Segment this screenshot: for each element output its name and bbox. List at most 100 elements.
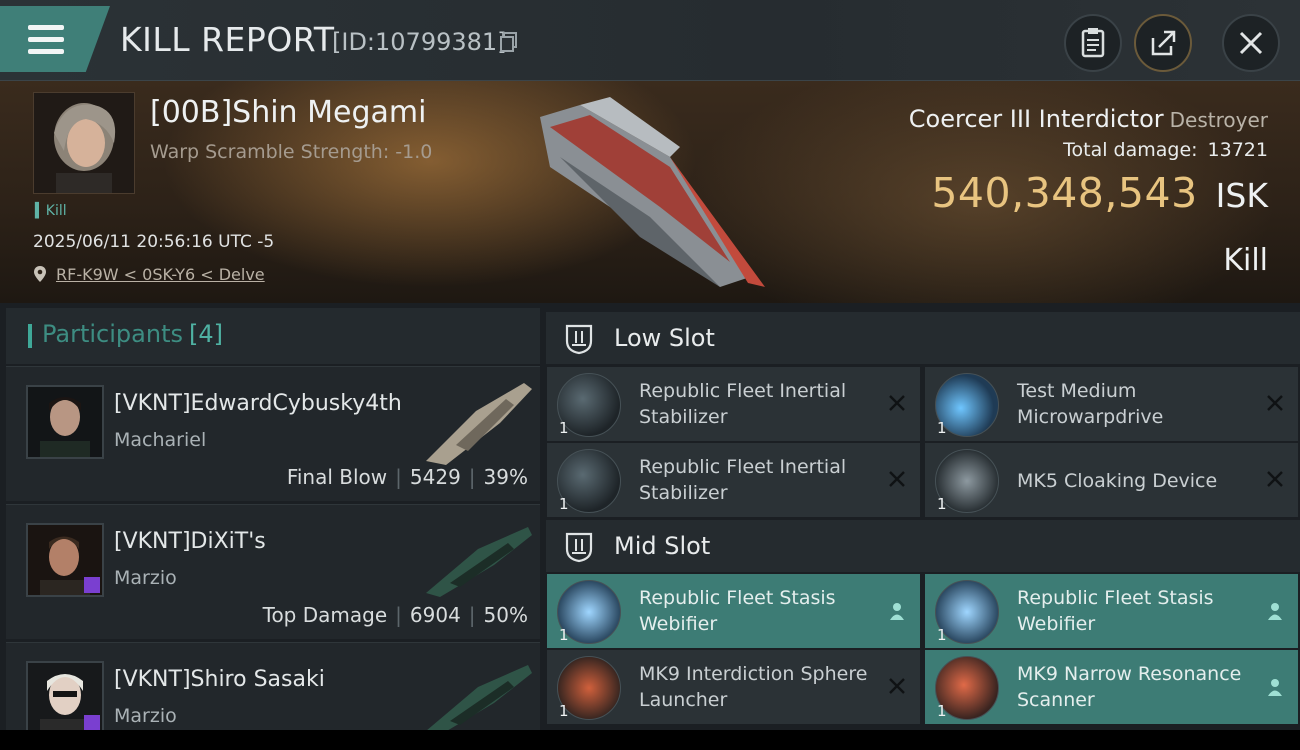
share-button[interactable]: [1134, 14, 1192, 72]
low-slot-title: Low Slot: [614, 324, 715, 352]
participant-tag: Final Blow: [286, 465, 388, 489]
module-item[interactable]: 1 MK5 Cloaking Device: [925, 443, 1298, 517]
module-quantity: 1: [937, 626, 947, 644]
dropped-user-icon: [890, 603, 904, 620]
participant-ship: Marzio: [114, 567, 177, 589]
participants-header[interactable]: Participants [4]: [6, 308, 540, 364]
clipboard-button[interactable]: [1064, 14, 1122, 72]
module-item[interactable]: 1 Republic Fleet Inertial Stabilizer: [547, 443, 920, 517]
participants-count: [4]: [188, 320, 223, 348]
victim-ship-render: [540, 97, 765, 287]
module-item[interactable]: 1 Test Medium Microwarpdrive: [925, 367, 1298, 441]
pilot-avatar: [34, 93, 134, 193]
participant-name: [VKNT]Shiro Sasaki: [114, 667, 325, 692]
module-name: Republic Fleet Stasis Webifier: [1017, 587, 1214, 635]
result-label: Kill: [1223, 243, 1268, 278]
section-accent: [28, 324, 32, 348]
header-bar: KILL REPORT [ID:10799381]: [0, 0, 1300, 81]
participant-avatar[interactable]: [26, 523, 104, 597]
victim-panel: [00B]Shin Megami Warp Scramble Strength:…: [0, 81, 1300, 303]
report-id: [ID:10799381]: [332, 28, 507, 56]
mid-slot-icon: [565, 532, 593, 563]
menu-button[interactable]: [0, 6, 110, 72]
destroyed-icon: [889, 395, 905, 411]
isk-unit: ISK: [1215, 176, 1268, 215]
module-quantity: 1: [937, 495, 947, 513]
ship-name: Coercer III Interdictor: [908, 105, 1164, 133]
destroyed-icon: [889, 678, 905, 694]
dropped-user-icon: [1268, 603, 1282, 620]
low-slot-icon: [565, 324, 593, 355]
module-item[interactable]: 1 Republic Fleet Inertial Stabilizer: [547, 367, 920, 441]
participant-percent: 50%: [483, 603, 528, 627]
module-name: MK9 Interdiction Sphere Launcher: [639, 663, 868, 711]
participant-name: [VKNT]EdwardCybusky4th: [114, 391, 402, 416]
participant-ship: Marzio: [114, 705, 177, 727]
participant-avatar[interactable]: [26, 661, 104, 730]
participant-damage: 5429: [409, 465, 461, 489]
destroyed-icon: [1267, 471, 1283, 487]
module-quantity: 1: [937, 702, 947, 720]
menu-icon-bar: [28, 37, 64, 42]
close-icon: [1239, 31, 1263, 55]
victim-ship[interactable]: Coercer III Interdictor Destroyer: [909, 105, 1268, 133]
module-item[interactable]: 1 Republic Fleet Stasis Webifier: [547, 574, 920, 648]
total-damage: Total damage: 13721: [1063, 139, 1268, 161]
kill-tag: ▍Kill: [35, 203, 67, 219]
kill-tag-label: Kill: [45, 203, 67, 219]
module-name: Republic Fleet Stasis Webifier: [639, 587, 836, 635]
dropped-user-icon: [1268, 679, 1282, 696]
isk-value-row: 540,348,543 ISK: [931, 169, 1268, 217]
info-badge: [84, 715, 100, 730]
kill-report-window: KILL REPORT [ID:10799381] [00B]Shin Mega…: [0, 0, 1300, 730]
total-damage-label: Total damage:: [1063, 139, 1198, 161]
destroyed-icon: [889, 471, 905, 487]
participant-name: [VKNT]DiXiT's: [114, 529, 266, 554]
module-name: Republic Fleet Inertial Stabilizer: [639, 456, 847, 504]
participant-stats: Top Damage | 6904 | 50%: [262, 603, 528, 627]
clipboard-icon: [1081, 28, 1105, 58]
ship-class: Destroyer: [1169, 108, 1268, 132]
module-quantity: 1: [559, 495, 569, 513]
location-pin-icon: [34, 266, 46, 282]
participant-ship-render: [427, 665, 532, 730]
participant-ship-render: [426, 383, 532, 465]
participant-row[interactable]: [VKNT]Shiro Sasaki Marzio: [6, 642, 540, 730]
destroyed-icon: [1267, 395, 1283, 411]
participants-title: Participants [4]: [42, 320, 223, 348]
page-title: KILL REPORT: [120, 20, 335, 59]
module-item[interactable]: 1 MK9 Narrow Resonance Scanner: [925, 650, 1298, 724]
participants-title-text: Participants: [42, 320, 183, 348]
participant-row[interactable]: [VKNT]EdwardCybusky4th Machariel Final B…: [6, 366, 540, 501]
copy-icon[interactable]: [500, 32, 518, 52]
module-name: MK9 Narrow Resonance Scanner: [1017, 663, 1242, 711]
mid-slot-title: Mid Slot: [614, 532, 711, 560]
module-quantity: 1: [559, 626, 569, 644]
victim-pilot-name[interactable]: [00B]Shin Megami: [150, 95, 426, 130]
module-name: MK5 Cloaking Device: [1017, 470, 1218, 492]
participant-ship-render: [426, 527, 532, 597]
victim-portrait[interactable]: [33, 92, 135, 194]
pilot-portrait: [28, 387, 102, 457]
module-quantity: 1: [937, 419, 947, 437]
participant-row[interactable]: [VKNT]DiXiT's Marzio Top Damage | 6904 | 50%: [6, 504, 540, 639]
menu-icon-bar: [28, 49, 64, 54]
isk-value: 540,348,543: [931, 169, 1198, 217]
kill-timestamp: 2025/06/11 20:56:16 UTC -5: [33, 232, 275, 252]
participant-avatar[interactable]: [26, 385, 104, 459]
module-name: Test Medium Microwarpdrive: [1017, 380, 1164, 428]
close-button[interactable]: [1222, 14, 1280, 72]
share-icon: [1151, 30, 1176, 56]
participant-tag: Top Damage: [262, 603, 388, 627]
mid-slot-header: Mid Slot: [546, 520, 1300, 572]
module-item[interactable]: 1 MK9 Interdiction Sphere Launcher: [547, 650, 920, 724]
participant-ship: Machariel: [114, 429, 207, 451]
location-link[interactable]: RF-K9W < 0SK-Y6 < Delve: [56, 265, 265, 284]
total-damage-value: 13721: [1207, 139, 1268, 161]
module-item[interactable]: 1 Republic Fleet Stasis Webifier: [925, 574, 1298, 648]
module-quantity: 1: [559, 419, 569, 437]
menu-icon: [28, 25, 64, 30]
module-name: Republic Fleet Inertial Stabilizer: [639, 380, 847, 428]
participant-percent: 39%: [483, 465, 528, 489]
low-slot-header: Low Slot: [546, 312, 1300, 364]
